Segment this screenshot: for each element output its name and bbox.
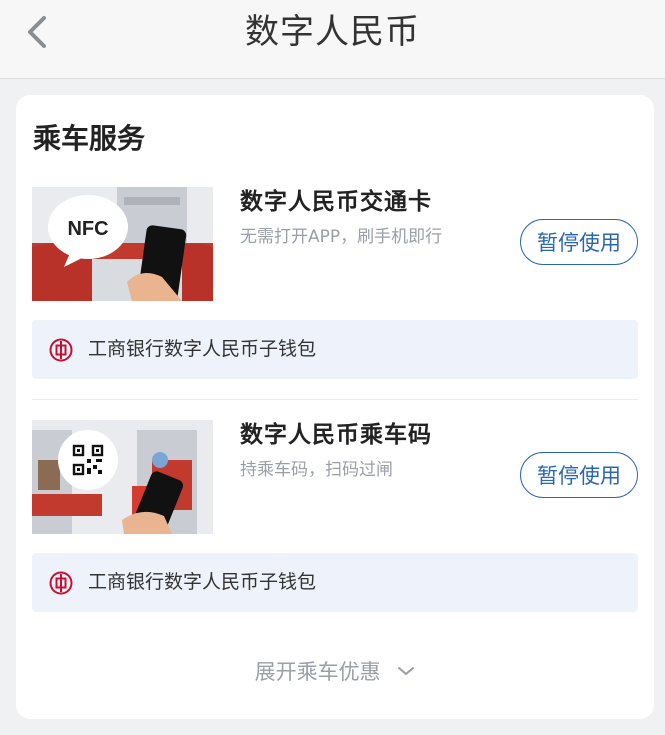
expand-label: 展开乘车优惠 <box>254 660 381 684</box>
expand-offers-link[interactable]: 展开乘车优惠 <box>16 657 654 687</box>
page-title: 数字人民币 <box>245 12 420 52</box>
service-description: 无需打开APP，刷手机即行 <box>240 227 443 247</box>
wallet-label: 工商银行数字人民币子钱包 <box>88 338 317 360</box>
wallet-row[interactable]: 工商银行数字人民币子钱包 <box>32 320 638 379</box>
service-name: 数字人民币乘车码 <box>240 422 432 448</box>
service-name: 数字人民币交通卡 <box>240 189 432 215</box>
nfc-illustration: NFC <box>32 187 213 301</box>
qr-illustration <box>32 420 213 534</box>
pause-button[interactable]: 暂停使用 <box>520 219 638 265</box>
icbc-logo-icon <box>49 571 73 595</box>
wallet-row[interactable]: 工商银行数字人民币子钱包 <box>32 553 638 612</box>
ride-service-card: 乘车服务 NFC 数字人民币交通卡 无需打开APP，刷手机即行 暂停使用 工商银… <box>16 95 654 719</box>
wallet-label: 工商银行数字人民币子钱包 <box>88 571 317 593</box>
nfc-label: NFC <box>67 218 108 240</box>
icbc-logo-icon <box>49 338 73 362</box>
nav-header: 数字人民币 <box>0 0 665 79</box>
chevron-down-icon <box>398 667 415 675</box>
pause-button[interactable]: 暂停使用 <box>520 452 638 498</box>
service-description: 持乘车码，扫码过闸 <box>240 460 393 480</box>
divider <box>32 399 638 400</box>
section-title: 乘车服务 <box>33 122 146 155</box>
